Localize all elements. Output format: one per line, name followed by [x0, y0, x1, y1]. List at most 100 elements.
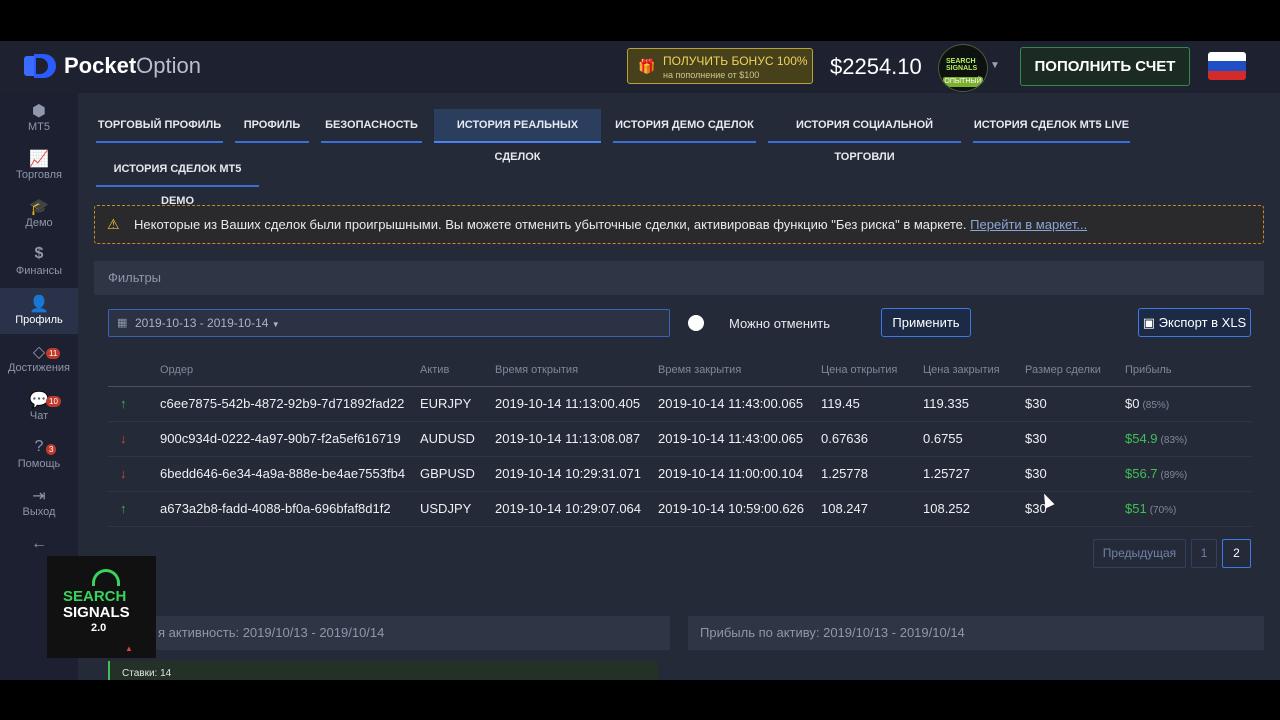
warning-icon: ⚠ — [107, 216, 120, 232]
profit-value: $0 — [1125, 396, 1140, 411]
chevron-down-icon[interactable]: ▼ — [990, 60, 1000, 71]
page-2-button[interactable]: 2 — [1222, 539, 1251, 568]
arrow-down-icon: ↓ — [120, 466, 127, 481]
arrow-up-icon: ↑ — [120, 396, 127, 411]
sidebar-item-profile[interactable]: 👤 Профиль — [0, 288, 78, 334]
activity-panel-header: я активность: 2019/10/13 - 2019/10/14 — [94, 616, 670, 650]
tab-social-trading-history[interactable]: ИСТОРИЯ СОЦИАЛЬНОЙ ТОРГОВЛИ — [768, 109, 961, 163]
gift-icon: 🎁 — [638, 58, 656, 74]
logo-text: PocketOption — [64, 53, 201, 78]
achievements-badge: 11 — [46, 348, 61, 359]
tab-profile[interactable]: ПРОФИЛЬ — [235, 109, 309, 143]
table-row[interactable]: ↑ a673a2b8-fadd-4088-bf0a-696bfaf8d1f2 USD… — [108, 492, 1251, 527]
sidebar-item-achievements[interactable]: ◇ 11 Достижения — [0, 336, 78, 382]
cell-size: $30 — [1025, 466, 1047, 481]
sidebar-item-trading[interactable]: 📈 Торговля — [0, 143, 78, 189]
cell-size: $30 — [1025, 396, 1047, 411]
cell-open-price: 1.25778 — [821, 466, 868, 481]
chevron-up-icon: ▲ — [125, 644, 133, 653]
sidebar-item-demo[interactable]: 🎓 Демо — [0, 191, 78, 237]
cell-profit: $54.9 (83%) — [1125, 431, 1187, 446]
arrow-down-icon: ↓ — [120, 431, 127, 446]
sidebar-item-mt5[interactable]: ⬢ MT5 — [0, 95, 78, 141]
cell-close-time: 2019-10-14 11:43:00.065 — [658, 396, 804, 411]
cell-open-price: 108.247 — [821, 501, 868, 516]
table-row[interactable]: ↑ c6ee7875-542b-4872-92b9-7d71892fad22 EUR… — [108, 387, 1251, 422]
warning-banner: ⚠ Некоторые из Ваших сделок были проигры… — [94, 205, 1264, 244]
payout-percent: (83%) — [1160, 435, 1188, 446]
cell-order: 6bedd646-6e34-4a9a-888e-be4ae7553fb4 — [160, 466, 406, 481]
table-header: Ордер Актив Время открытия Время закрыти… — [108, 356, 1251, 387]
account-balance[interactable]: $2254.10 — [830, 54, 922, 80]
tab-trading-profile[interactable]: ТОРГОВЫЙ ПРОФИЛЬ — [96, 109, 223, 143]
avatar[interactable]: SEARCH SIGNALS ОПЫТНЫЙ — [938, 44, 988, 92]
cell-open-time: 2019-10-14 10:29:31.071 — [495, 466, 642, 481]
payout-percent: (89%) — [1160, 470, 1188, 481]
user-icon: 👤 — [29, 296, 49, 313]
calendar-icon: ▦ — [117, 317, 128, 329]
logo[interactable]: PocketOption — [24, 53, 201, 79]
page-1-button[interactable]: 1 — [1191, 539, 1217, 568]
avatar-text: SEARCH SIGNALS — [946, 58, 978, 72]
tab-mt5-demo-history[interactable]: ИСТОРИЯ СДЕЛОК MT5 DEMO — [96, 153, 259, 207]
profit-value: $56.7 — [1125, 466, 1158, 481]
cell-profit: $0 (85%) — [1125, 396, 1169, 411]
column-header: Размер сделки — [1025, 364, 1101, 376]
payout-percent: (70%) — [1149, 505, 1177, 516]
deposit-button[interactable]: ПОПОЛНИТЬ СЧЕТ — [1020, 47, 1190, 86]
cell-order: 900c934d-0222-4a97-90b7-f2a5ef616719 — [160, 431, 401, 446]
logout-icon: ⇥ — [32, 488, 46, 505]
date-range-picker[interactable]: ▦ 2019-10-13 - 2019-10-14 ▼ — [108, 309, 670, 337]
prev-page-button[interactable]: Предыдущая — [1093, 539, 1186, 568]
filters-header: Фильтры — [94, 261, 1264, 295]
column-header: Время закрытия — [658, 364, 742, 376]
file-excel-icon: ▣ — [1142, 315, 1159, 330]
profit-value: $51 — [1125, 501, 1147, 516]
cell-open-time: 2019-10-14 10:29:07.064 — [495, 501, 642, 516]
sidebar-item-help[interactable]: ? 3 Помощь — [0, 432, 78, 478]
language-flag-icon[interactable] — [1208, 52, 1246, 80]
column-header: Цена открытия — [821, 364, 898, 376]
tab-demo-trades-history[interactable]: ИСТОРИЯ ДЕМО СДЕЛОК — [613, 109, 756, 143]
help-icon: ? — [34, 438, 44, 455]
table-row[interactable]: ↓ 900c934d-0222-4a97-90b7-f2a5ef616719 AUD… — [108, 422, 1251, 457]
sidebar-item-logout[interactable]: ⇥ Выход — [0, 480, 78, 526]
graduation-cap-icon: 🎓 — [29, 199, 49, 216]
market-link[interactable]: Перейти в маркет... — [970, 217, 1087, 232]
bonus-button[interactable]: 🎁 ПОЛУЧИТЬ БОНУС 100% на пополнение от $… — [627, 48, 813, 84]
dollar-icon: $ — [34, 245, 44, 262]
sidebar-item-chat[interactable]: 💬 10 Чат — [0, 384, 78, 430]
cell-open-time: 2019-10-14 11:13:00.405 — [495, 396, 641, 411]
mt5-icon: ⬢ — [32, 103, 46, 120]
cell-close-time: 2019-10-14 11:00:00.104 — [658, 466, 804, 481]
tab-security[interactable]: БЕЗОПАСНОСТЬ — [321, 109, 422, 143]
pocket-option-logo-icon — [24, 54, 56, 78]
search-signals-watermark: SEARCH SIGNALS 2.0 ▲ — [47, 556, 156, 658]
tab-real-trades-history[interactable]: ИСТОРИЯ РЕАЛЬНЫХ СДЕЛОК — [434, 109, 601, 163]
apply-button[interactable]: Применить — [881, 308, 971, 337]
cell-close-price: 119.335 — [923, 396, 970, 411]
profit-value: $54.9 — [1125, 431, 1158, 446]
bets-stat: Ставки: 14 — [108, 661, 658, 680]
table-row[interactable]: ↓ 6bedd646-6e34-4a9a-888e-be4ae7553fb4 GBP… — [108, 457, 1251, 492]
cell-close-time: 2019-10-14 11:43:00.065 — [658, 431, 804, 446]
cell-open-time: 2019-10-14 11:13:08.087 — [495, 431, 641, 446]
cell-profit: $56.7 (89%) — [1125, 466, 1187, 481]
chart-icon: 📈 — [29, 151, 49, 168]
sidebar-item-finance[interactable]: $ Финансы — [0, 239, 78, 285]
bonus-title: ПОЛУЧИТЬ БОНУС 100% — [663, 54, 808, 68]
tab-mt5-live-history[interactable]: ИСТОРИЯ СДЕЛОК MT5 LIVE — [973, 109, 1130, 143]
cell-asset: USDJPY — [420, 501, 472, 516]
export-xls-button[interactable]: ▣ Экспорт в XLS — [1138, 308, 1251, 337]
date-range-value: 2019-10-13 - 2019-10-14 — [135, 316, 269, 330]
cell-open-price: 119.45 — [821, 396, 860, 411]
cell-close-time: 2019-10-14 10:59:00.626 — [658, 501, 805, 516]
profit-by-asset-header: Прибыль по активу: 2019/10/13 - 2019/10/… — [688, 616, 1264, 650]
top-bar: PocketOption 🎁 ПОЛУЧИТЬ БОНУС 100% на по… — [0, 41, 1280, 93]
cancellable-toggle[interactable] — [688, 315, 704, 331]
arrow-left-icon: ← — [31, 535, 47, 552]
signal-icon — [92, 569, 120, 586]
chevron-down-icon: ▼ — [271, 320, 280, 329]
cell-close-price: 1.25727 — [923, 466, 970, 481]
cell-open-price: 0.67636 — [821, 431, 868, 446]
